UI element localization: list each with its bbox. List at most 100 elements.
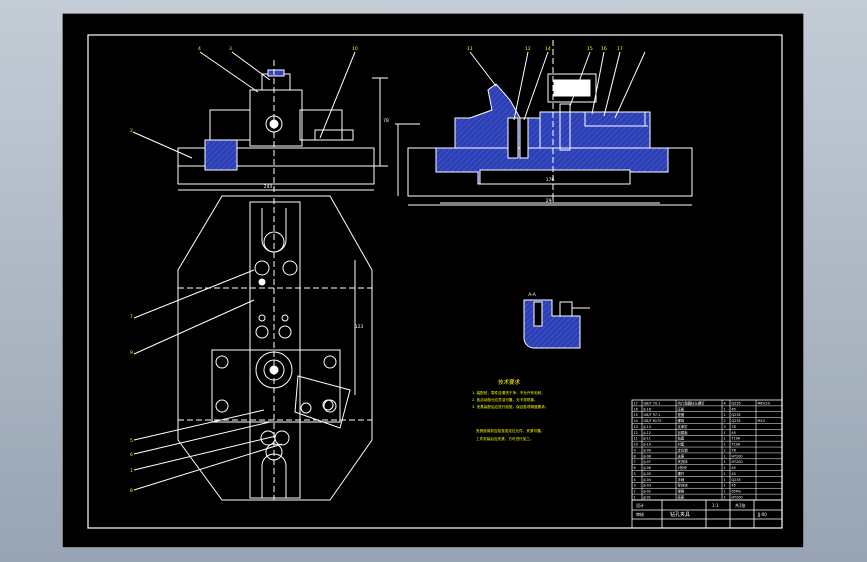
bom-cell: 内六角圆柱头螺钉 [678,400,706,405]
bom-cell: 7 [634,460,636,464]
dim-section-width: 294 [546,198,555,204]
balloon: 9 [130,350,133,356]
bom-cell: 1 [724,472,726,476]
bom-cell: 1 [724,443,726,447]
front-hatch-left [204,139,238,171]
bom-cell: JJ-11 [643,437,651,441]
bom-cell: JJ-05 [643,472,651,476]
bom-cell: JJ-04 [643,478,651,482]
bom-cell: 10 [634,443,638,447]
detail-view [523,299,590,349]
bom-cell: 1 [724,478,726,482]
tech-req-line: 3. 夹具装配后应进行检验，保证各项精度要求。 [472,404,548,409]
bom-cell: 2 [724,413,726,417]
balloon: 10 [352,46,358,52]
bom-cell: 1 [634,496,636,500]
bom-cell: JJ-12 [643,431,651,435]
bom-cell: 手柄 [678,477,685,482]
bom-cell: 导向块 [678,483,689,488]
bom-cell: 3 [724,425,726,429]
balloon: 1 [130,468,133,474]
bom-cell: 夹具体 [678,459,689,464]
bom-cell: 45 [732,466,736,470]
bom-cell: 1 [724,454,726,458]
bom-cell: JJ-13 [643,425,651,429]
balloon: 7 [130,314,133,320]
tech-req-line: 2. 各活动部分应灵活可靠，无卡滞现象。 [472,397,538,402]
balloon: 17 [617,46,623,52]
bom-cell: 螺杆 [678,471,685,476]
bom-cell: 9 [634,448,636,452]
section-view [395,40,693,206]
bom-cell: 底座 [678,495,685,500]
drawing-sheet[interactable]: 244 294 176 78 123 A-A 4 3 10 2 7 9 5 6 … [61,12,805,549]
bom-cell: 45 [732,484,736,488]
bom-cell: 2 [724,419,726,423]
outer-frame [61,12,805,549]
bom-cell: JJ-07 [643,460,651,464]
bom-cell: GB/T 97.1 [644,413,661,417]
bom-cell: 2 [634,490,636,494]
bom-cell: GB/T 70.1 [644,401,661,405]
bom-cell: 13 [634,425,638,429]
bom-cell: 65Mn [732,490,741,494]
bom-cell: T8 [731,448,736,452]
dim-right-height: 78 [383,118,389,124]
balloon: 4 [198,46,201,52]
dim-section-inner: 176 [546,177,555,183]
balloon: 15 [587,46,593,52]
bom-cell: 衬套 [678,442,685,447]
bom-cell: JJ-02 [643,490,651,494]
bom-cell: JJ-03 [643,484,651,488]
title-block-sheet: 共1张 [735,502,746,508]
balloon: 12 [525,46,531,52]
title-block-code: JJ-00 [757,512,767,517]
bom-cell: 弹簧 [678,489,685,494]
bom-cell: GB/T 6170 [644,419,662,423]
bom-cell: JJ-10 [643,443,651,447]
bom-cell: 支座 [678,453,685,458]
bom-cell: 16 [634,407,638,411]
bom-cell: 1 [724,460,726,464]
bom-cell: 1 [724,437,726,441]
bom-cell: 钻套 [678,436,685,441]
balloon: 3 [229,46,232,52]
bom-cell: 15 [634,413,638,417]
bom-cell: M10 [758,419,765,423]
title-block-drawn: 设计 [636,502,644,508]
bom-cell: T10A [731,443,741,447]
title-block-name: 钻孔夹具 [670,511,690,518]
bom-cell: 钻模板 [678,430,689,435]
plan-view [133,195,373,501]
bom-cell: 螺母 [678,418,685,423]
bom-cell: 3 [634,484,636,488]
bom-cell: 压板 [678,406,685,411]
bom-cell: Q235 [732,413,741,417]
note-line: 工件安装后应夹紧，方可进行加工。 [476,436,534,441]
bom-cell: HT200 [732,454,743,458]
balloon: 2 [130,128,133,134]
bom-cell: HT200 [732,496,743,500]
section-label: A-A [528,292,537,298]
bom-cell: JJ-06 [643,466,651,470]
front-view [132,51,388,195]
bom-cell: 45 [732,472,736,476]
tech-req-line: 1. 装配前，零件应清洗干净，不允许有毛刺。 [472,390,545,395]
bom-cell: V形块 [678,465,688,470]
bom-table: 17 GB/T 70.1 内六角圆柱头螺钉 4 Q235 M6×2016 JJ-16 压板 1 4… [631,399,783,501]
bom-cell: 8 [634,454,636,458]
bom-cell: JJ-08 [643,454,651,458]
tech-req-title: 技术要求 [498,378,521,386]
cad-viewport[interactable]: 244 294 176 78 123 A-A 4 3 10 2 7 9 5 6 … [0,0,867,562]
balloon: 16 [601,46,607,52]
bom-cell: Q235 [732,478,741,482]
dim-top-width: 244 [264,184,273,190]
bom-cell: HT200 [732,460,743,464]
bom-cell: 14 [634,419,638,423]
bom-cell: 2 [724,448,726,452]
dim-mid-height: 123 [355,324,364,330]
balloon: 14 [545,46,551,52]
bom-cell: 4 [724,401,726,405]
bom-cell: 12 [634,431,638,435]
bom-cell: M6×20 [758,401,770,405]
